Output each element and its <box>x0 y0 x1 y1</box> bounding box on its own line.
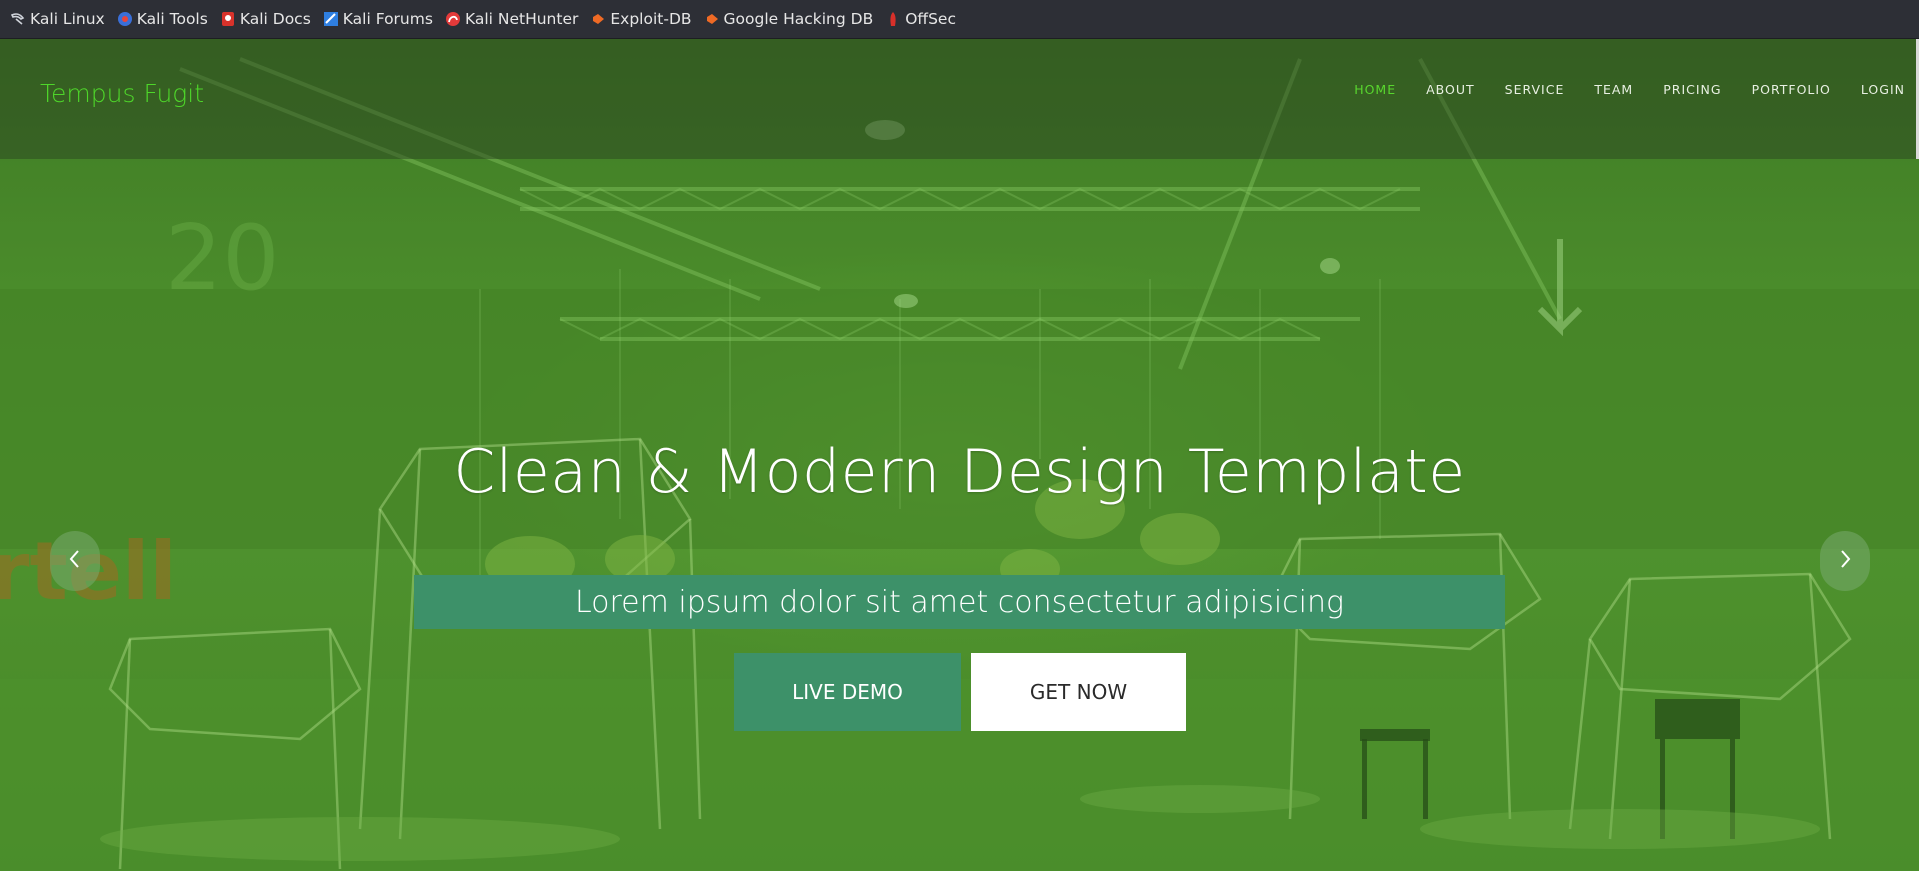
kali-dragon-icon <box>10 11 26 27</box>
bookmark-label: Kali Docs <box>239 10 311 28</box>
nav-home[interactable]: HOME <box>1354 82 1396 97</box>
carousel-prev-button[interactable] <box>50 531 100 591</box>
bookmark-label: Kali Linux <box>30 10 105 28</box>
bookmark-kali-linux[interactable]: Kali Linux <box>10 10 105 28</box>
get-now-button[interactable]: GET NOW <box>971 653 1186 731</box>
carousel-next-button[interactable] <box>1820 531 1870 591</box>
bookmark-label: Kali Forums <box>342 10 433 28</box>
nav-service[interactable]: SERVICE <box>1505 82 1565 97</box>
chevron-left-icon <box>67 547 83 575</box>
bookmark-label: Exploit-DB <box>610 10 692 28</box>
site-navbar: Tempus Fugit HOME ABOUT SERVICE TEAM PRI… <box>0 39 1919 159</box>
kali-docs-icon <box>220 11 236 27</box>
live-demo-button[interactable]: LIVE DEMO <box>734 653 961 731</box>
bookmark-kali-tools[interactable]: Kali Tools <box>117 10 208 28</box>
bookmarks-bar: Kali Linux Kali Tools Kali Docs Kali For… <box>0 0 1919 39</box>
exploit-db-icon <box>590 11 606 27</box>
bookmark-label: Kali Tools <box>136 10 208 28</box>
main-menu: HOME ABOUT SERVICE TEAM PRICING PORTFOLI… <box>1324 82 1905 97</box>
hero-headline: Clean & Modern Design Template <box>453 437 1466 507</box>
bookmark-kali-docs[interactable]: Kali Docs <box>220 10 311 28</box>
hero-subline: Lorem ipsum dolor sit amet consectetur a… <box>574 584 1345 620</box>
nethunter-icon <box>445 11 461 27</box>
site-brand[interactable]: Tempus Fugit <box>40 79 204 108</box>
offsec-icon <box>885 11 901 27</box>
kali-tools-icon <box>117 11 133 27</box>
bookmark-label: OffSec <box>905 10 956 28</box>
nav-login[interactable]: LOGIN <box>1861 82 1905 97</box>
nav-pricing[interactable]: PRICING <box>1663 82 1721 97</box>
bookmark-exploit-db[interactable]: Exploit-DB <box>590 10 692 28</box>
bookmark-label: Kali NetHunter <box>464 10 579 28</box>
nav-portfolio[interactable]: PORTFOLIO <box>1752 82 1831 97</box>
bookmark-label: Google Hacking DB <box>723 10 874 28</box>
bookmark-offsec[interactable]: OffSec <box>885 10 956 28</box>
hero-subline-banner: Lorem ipsum dolor sit amet consectetur a… <box>414 575 1505 629</box>
bookmark-kali-forums[interactable]: Kali Forums <box>323 10 433 28</box>
hero-section: 20 rtell <box>0 39 1919 871</box>
bookmark-kali-nethunter[interactable]: Kali NetHunter <box>445 10 578 28</box>
nav-about[interactable]: ABOUT <box>1426 82 1475 97</box>
bookmark-google-hacking-db[interactable]: Google Hacking DB <box>704 10 874 28</box>
chevron-right-icon <box>1837 547 1853 575</box>
kali-forums-icon <box>323 11 339 27</box>
ghdb-icon <box>704 11 720 27</box>
nav-team[interactable]: TEAM <box>1594 82 1633 97</box>
